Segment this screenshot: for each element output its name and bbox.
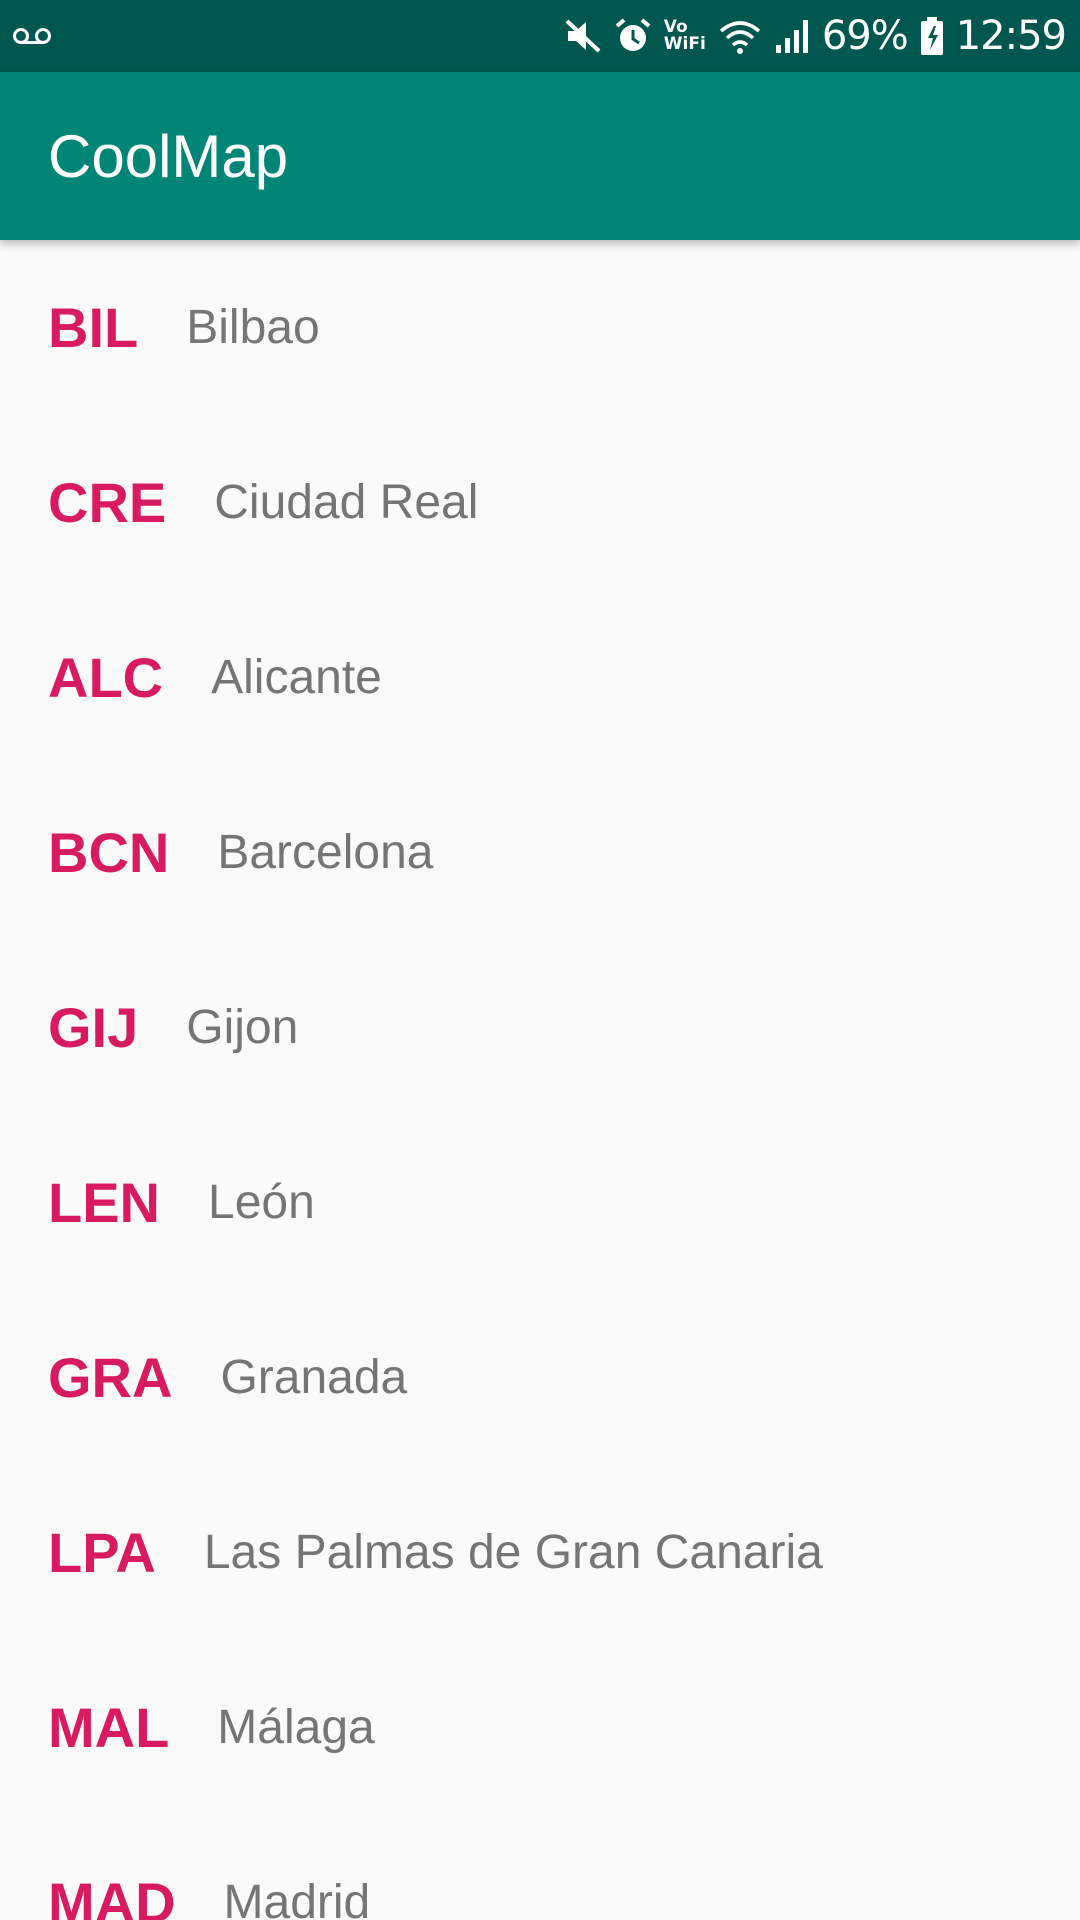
list-item[interactable]: MAD Madrid [0,1815,1080,1920]
airport-code: ALC [48,646,164,709]
airport-code: GRA [48,1346,173,1409]
airport-city: Alicante [211,651,382,704]
list-item[interactable]: LEN León [0,1115,1080,1290]
mute-icon [564,17,602,55]
vowifi-icon: Vo WiFi [664,19,706,53]
list-item[interactable]: ALC Alicante [0,590,1080,765]
list-item[interactable]: CRE Ciudad Real [0,415,1080,590]
signal-icon [774,17,810,55]
airport-code: LEN [48,1171,160,1234]
airport-city: Málaga [217,1701,375,1754]
airport-code: MAL [48,1696,170,1759]
airport-city: Barcelona [217,826,434,879]
list-item[interactable]: MAL Málaga [0,1640,1080,1815]
airport-city: Granada [220,1351,408,1404]
list-item[interactable]: GRA Granada [0,1290,1080,1465]
list-item[interactable]: GIJ Gijon [0,940,1080,1115]
vowifi-bottom-label: WiFi [663,34,706,54]
airport-city: León [208,1176,315,1229]
app-title: CoolMap [48,122,289,190]
airport-city: Bilbao [186,301,320,354]
airport-code: GIJ [48,996,139,1059]
status-right: Vo WiFi 69% 12:59 [564,13,1067,59]
status-left [12,26,564,46]
list-item[interactable]: LPA Las Palmas de Gran Canaria [0,1465,1080,1640]
wifi-icon [718,17,762,55]
airport-city: Ciudad Real [214,476,479,529]
airport-city: Gijon [186,1001,299,1054]
airport-city: Las Palmas de Gran Canaria [203,1526,823,1579]
airport-code: LPA [48,1521,156,1584]
battery-charging-icon [920,16,944,56]
app-bar: CoolMap [0,72,1080,240]
airport-code: MAD [48,1871,176,1920]
list-item[interactable]: BCN Barcelona [0,765,1080,940]
status-bar: Vo WiFi 69% 12:59 [0,0,1080,72]
airport-code: BCN [48,821,170,884]
alarm-icon [614,17,652,55]
airport-code: CRE [48,471,167,534]
airport-list[interactable]: BIL Bilbao CRE Ciudad Real ALC Alicante BCN Bar… [0,240,1080,1920]
voicemail-icon [12,26,52,46]
airport-city: Madrid [223,1876,371,1920]
clock: 12:59 [955,13,1067,59]
battery-percent: 69% [821,13,909,59]
airport-code: BIL [48,296,139,359]
list-item[interactable]: BIL Bilbao [0,240,1080,415]
